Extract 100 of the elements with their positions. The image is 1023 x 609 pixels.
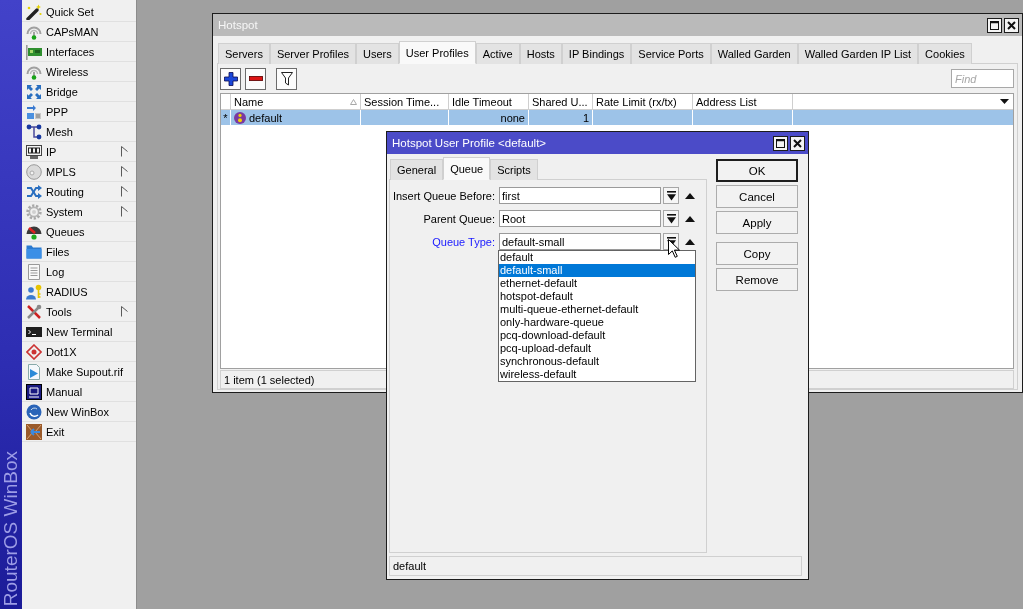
dropdown-option[interactable]: default [499,251,695,264]
table-cell: default [249,111,283,124]
menu-item[interactable]: Queues [22,222,136,242]
dropdown-option[interactable]: pcq-upload-default [499,342,695,355]
tab[interactable]: Server Profiles [269,43,357,64]
dropdown-option[interactable]: hotspot-default [499,290,695,303]
dropdown-option[interactable]: synchronous-default [499,355,695,368]
menu-item[interactable]: Routing [22,182,136,202]
maximize-icon[interactable] [773,135,788,151]
remove-button[interactable] [245,67,266,90]
menu-item[interactable]: System [22,202,136,222]
maximize-icon[interactable] [987,17,1002,33]
caret-up-icon[interactable] [685,215,695,222]
tab[interactable]: Servers [218,43,270,64]
menu-item[interactable]: MPLS [22,162,136,182]
menu-item[interactable]: IP [22,142,136,162]
tab[interactable]: IP Bindings [561,43,632,64]
close-icon[interactable] [790,135,805,151]
status-bar: default [389,556,802,576]
menu-item[interactable]: CAPsMAN [22,22,136,42]
dialog-button[interactable]: Apply [716,211,798,234]
column-header[interactable]: Idle Timeout [449,94,529,109]
folder-icon [26,243,42,260]
column-header[interactable]: Shared U... [529,94,593,109]
column-header[interactable]: Address List [693,94,793,109]
field-label: Queue Type: [431,235,495,248]
disc-icon [26,163,42,180]
sort-arrow-icon [350,98,357,105]
tab[interactable]: Hosts [519,43,562,64]
window-title: Hotspot User Profile <default> [392,137,548,149]
dropdown-button[interactable] [663,187,679,204]
menu-item[interactable]: Log [22,262,136,282]
dropdown-option[interactable]: wireless-default [499,368,695,381]
combo-field[interactable]: Root [499,210,661,227]
table-cell: none [500,111,525,124]
tab[interactable]: Queue [443,157,491,180]
close-icon[interactable] [1004,17,1019,33]
column-header[interactable]: Name [231,94,361,109]
dialog-button[interactable]: Remove [716,268,798,291]
caret-up-icon[interactable] [685,238,695,245]
network-card-icon [26,43,42,60]
dialog-button[interactable]: OK [716,159,798,182]
tab[interactable]: User Profiles [398,41,476,64]
tab[interactable]: Walled Garden IP List [797,43,919,64]
filter-icon [280,71,293,86]
dropdown-option[interactable]: pcq-download-default [499,329,695,342]
caret-up-icon[interactable] [685,192,695,199]
menu-item[interactable]: Quick Set [22,2,136,22]
nodes-icon [26,123,42,140]
dropdown-button[interactable] [663,210,679,227]
document-icon [26,263,42,280]
user-key-icon [26,283,42,300]
combo-field[interactable]: first [499,187,661,204]
filter-button[interactable] [276,67,297,90]
menu-item[interactable]: Mesh [22,122,136,142]
menu-item[interactable]: Files [22,242,136,262]
table-row[interactable]: * default none 1 [221,110,1013,125]
menu-item[interactable]: New WinBox [22,402,136,422]
menu-item[interactable]: Make Supout.rif [22,362,136,382]
tab[interactable]: Walled Garden [710,43,798,64]
menu-item[interactable]: Exit [22,422,136,442]
menu-item[interactable]: New Terminal [22,322,136,342]
caret-down-icon [666,190,676,201]
menu-item[interactable]: Bridge [22,82,136,102]
table-cell: 1 [582,111,589,124]
menu-item[interactable]: Interfaces [22,42,136,62]
search-field[interactable]: Find [951,69,1014,88]
menu-item[interactable]: Dot1X [22,342,136,362]
tab[interactable]: General [390,159,444,180]
menu-item[interactable]: Tools [22,302,136,322]
tab[interactable]: Scripts [490,159,538,180]
file-play-icon [26,363,42,380]
caret-down-icon [666,213,676,224]
plus-icon [223,71,238,86]
menu-item[interactable]: PPP [22,102,136,122]
field-label: Parent Queue: [422,212,495,225]
combo-field[interactable]: default-small [499,233,661,250]
tab[interactable]: Service Ports [631,43,711,64]
monitor-icon [26,143,42,160]
dropdown-option[interactable]: only-hardware-queue [499,316,695,329]
tab[interactable]: Users [356,43,399,64]
tab[interactable]: Cookies [918,43,972,64]
dialog-button[interactable]: Cancel [716,185,798,208]
menu-item[interactable]: Manual [22,382,136,402]
dialog-button[interactable]: Copy [716,242,798,265]
dropdown-option[interactable]: multi-queue-ethernet-default [499,303,695,316]
dropdown-option[interactable]: default-small [499,264,695,277]
column-header[interactable]: Session Time... [361,94,449,109]
add-button[interactable] [220,67,241,90]
caret-down-icon[interactable] [1000,99,1009,104]
exit-door-icon [26,423,42,440]
menu-item[interactable]: RADIUS [22,282,136,302]
column-header[interactable]: Rate Limit (rx/tx) [593,94,693,109]
globe-icon [26,403,42,420]
book-icon [26,383,42,400]
field-label: Insert Queue Before: [391,189,495,202]
menu-item[interactable]: Wireless [22,62,136,82]
dropdown-option[interactable]: ethernet-default [499,277,695,290]
tab[interactable]: Active [475,43,520,64]
status-text: 1 item (1 selected) [224,373,315,386]
